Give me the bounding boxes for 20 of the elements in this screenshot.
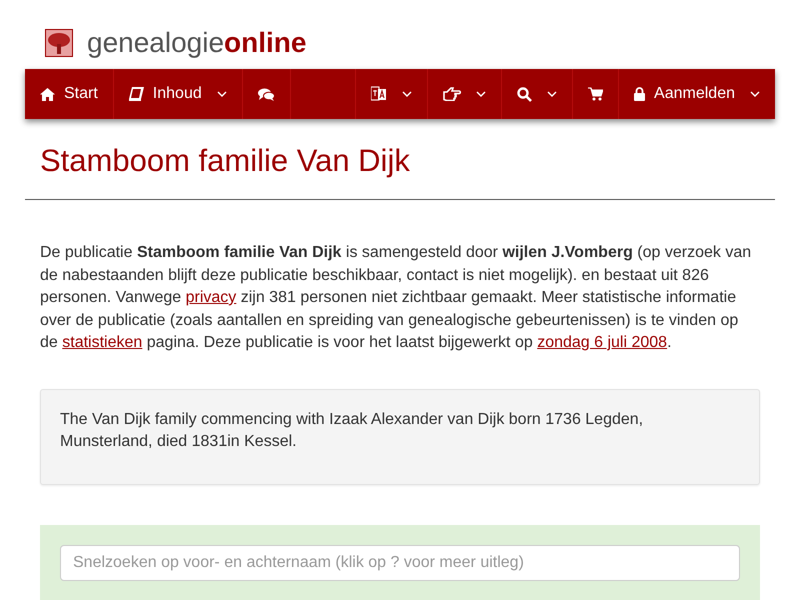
publication-intro: De publicatie Stamboom familie Van Dijk is samengesteld door wijlen J.Vomberg (op verzoek van de nabestaanden blijft deze publicatie beschikbaar, contact is niet mogelijk). en bestaat uit 826 personen. Vanwege privacy zijn 381 personen niet zichtbaar gemaakt. Meer statistische informatie over de publicatie (zoals aantallen en spreiding van genealogische gebeurtenissen) is te vinden op de statistieken pagina. Deze publicatie is voor het laatst bijgewerkt op zondag 6 juli 2008. (40, 243, 752, 353)
nav-menu-item[interactable]: Aanmelden (619, 69, 775, 119)
pointing-hand-icon (443, 87, 462, 101)
nav-menu-item[interactable]: Start (25, 69, 114, 119)
text-link[interactable]: statistieken (62, 334, 142, 351)
text-link[interactable]: zondag 6 juli 2008 (537, 334, 668, 351)
lock-icon (634, 87, 646, 101)
tree-logo-icon[interactable] (45, 29, 73, 57)
book-icon (128, 87, 144, 101)
text-link[interactable]: privacy (186, 289, 236, 306)
chat-icon (258, 88, 275, 100)
home-icon (40, 88, 55, 100)
translate-icon (371, 86, 388, 102)
site-logo-text[interactable]: genealogieonline (87, 27, 306, 59)
search-icon (517, 86, 532, 102)
page-title: Stamboom familie Van Dijk (25, 119, 775, 200)
cart-icon (588, 87, 604, 101)
quick-search-field[interactable]: Snelzoeken op voor- en achternaam (klik op ? voor meer uitleg) (60, 544, 740, 580)
description-panel: The Van Dijk family commencing with Izaak Alexander van Dijk born 1736 Legden, Munsterland, died 1831in Kessel. (40, 388, 760, 484)
nav-menu-item[interactable]: Inhoud (114, 69, 243, 119)
